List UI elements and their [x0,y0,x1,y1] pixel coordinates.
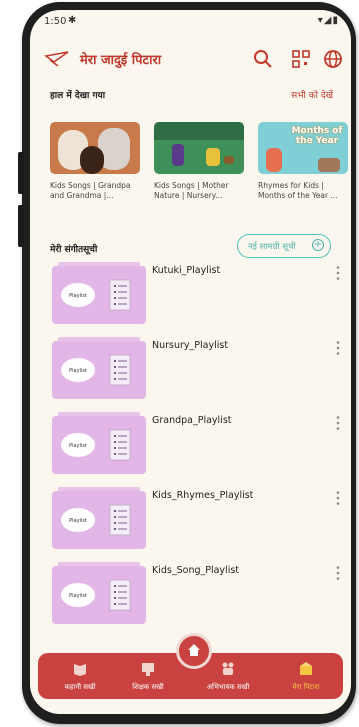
video-thumbnail [50,122,140,174]
settings-status-icon: ✱ [68,15,77,26]
playlist-thumbnail: Playlist [52,562,146,624]
playlist-thumbnail: Playlist [52,262,146,324]
playlist-name: Kids_Song_Playlist [152,565,240,576]
volume-button [18,152,24,194]
playlist-row[interactable]: Playlist Kutuki_Playlist [30,262,351,332]
playlist-thumbnail: Playlist [52,337,146,399]
recent-heading: हाल में देखा गया [50,91,106,101]
language-globe-icon[interactable] [322,48,344,70]
playlist-thumbnail: Playlist [52,412,146,474]
qr-scan-icon[interactable] [290,48,312,70]
more-vert-icon[interactable] [335,565,341,581]
more-vert-icon[interactable] [335,415,341,431]
magic-box-logo-icon [44,51,69,67]
thumbnail-label: Playlist [69,293,87,299]
thumbnail-label: Playlist [69,593,87,599]
nav-item-story[interactable]: कहानी सखी [50,661,110,692]
video-caption: Kids Songs | Mother Nature | Nursery... [154,181,229,200]
nav-label: अभिभावक सखी [206,683,250,691]
video-thumbnail [154,122,244,174]
more-vert-icon[interactable] [335,490,341,506]
status-time: 1:50 [44,16,67,27]
parent-child-icon [222,662,234,675]
home-button[interactable] [176,633,212,669]
more-vert-icon[interactable] [335,265,341,281]
playlist-thumbnail: Playlist [52,487,146,549]
playlist-row[interactable]: Playlist Kids_Rhymes_Playlist [30,487,351,557]
playlist-row[interactable]: Playlist Kids_Song_Playlist [30,562,351,632]
power-button [18,205,24,247]
playlist-row[interactable]: Playlist Grandpa_Playlist [30,412,351,482]
home-icon [188,644,200,656]
app-title: मेरा जादुई पिटारा [80,53,162,68]
signal-battery-icons: ▾◢▮ [317,15,339,26]
playlist-name: Grandpa_Playlist [152,415,232,426]
nav-label: कहानी सखी [64,683,96,691]
recent-item[interactable]: Kids Songs | Grandpa and Grandma |... [50,122,140,201]
recent-item[interactable]: Months of the Year Rhymes for Kids | Mon… [258,122,348,201]
see-all-link[interactable]: सभी को देखें [291,88,333,101]
thumbnail-label: Playlist [69,518,87,524]
thumbnail-label: Playlist [69,368,87,374]
nav-item-teacher[interactable]: शिक्षक सखी [118,661,178,692]
status-bar: 1:50 ✱ ▾◢▮ [30,10,351,34]
new-playlist-button[interactable]: नई सामग्री सूची + [237,234,331,258]
plus-circle-icon: + [312,239,324,251]
playlists-heading: मेरी संगीतसूची [50,245,98,255]
recent-item[interactable]: Kids Songs | Mother Nature | Nursery... [154,122,244,201]
treasure-box-icon [300,662,312,675]
video-caption: Rhymes for Kids | Months of the Year ... [258,181,338,200]
video-caption: Kids Songs | Grandpa and Grandma |... [50,181,131,200]
nav-item-parent[interactable]: अभिभावक सखी [198,661,258,692]
nav-label: शिक्षक सखी [132,683,164,691]
playlist-row[interactable]: Playlist Nursury_Playlist [30,337,351,407]
thumbnail-label: Playlist [69,443,87,449]
more-vert-icon[interactable] [335,340,341,356]
book-icon [74,664,86,676]
video-thumbnail: Months of the Year [258,122,348,174]
thumbnail-title: Months of the Year [291,126,343,146]
app-screen: 1:50 ✱ ▾◢▮ मेरा जादुई पिटारा हाल में देख… [30,10,351,714]
nav-label: मेरा पिटारा [292,683,320,691]
app-bar: मेरा जादुई पिटारा [30,42,351,76]
teacher-board-icon [142,663,154,676]
new-playlist-label: नई सामग्री सूची [248,242,296,252]
playlist-name: Kutuki_Playlist [152,265,221,276]
search-icon[interactable] [252,48,274,70]
nav-item-my-box[interactable]: मेरा पिटारा [276,661,336,692]
playlist-name: Nursury_Playlist [152,340,229,351]
playlist-name: Kids_Rhymes_Playlist [152,490,254,501]
